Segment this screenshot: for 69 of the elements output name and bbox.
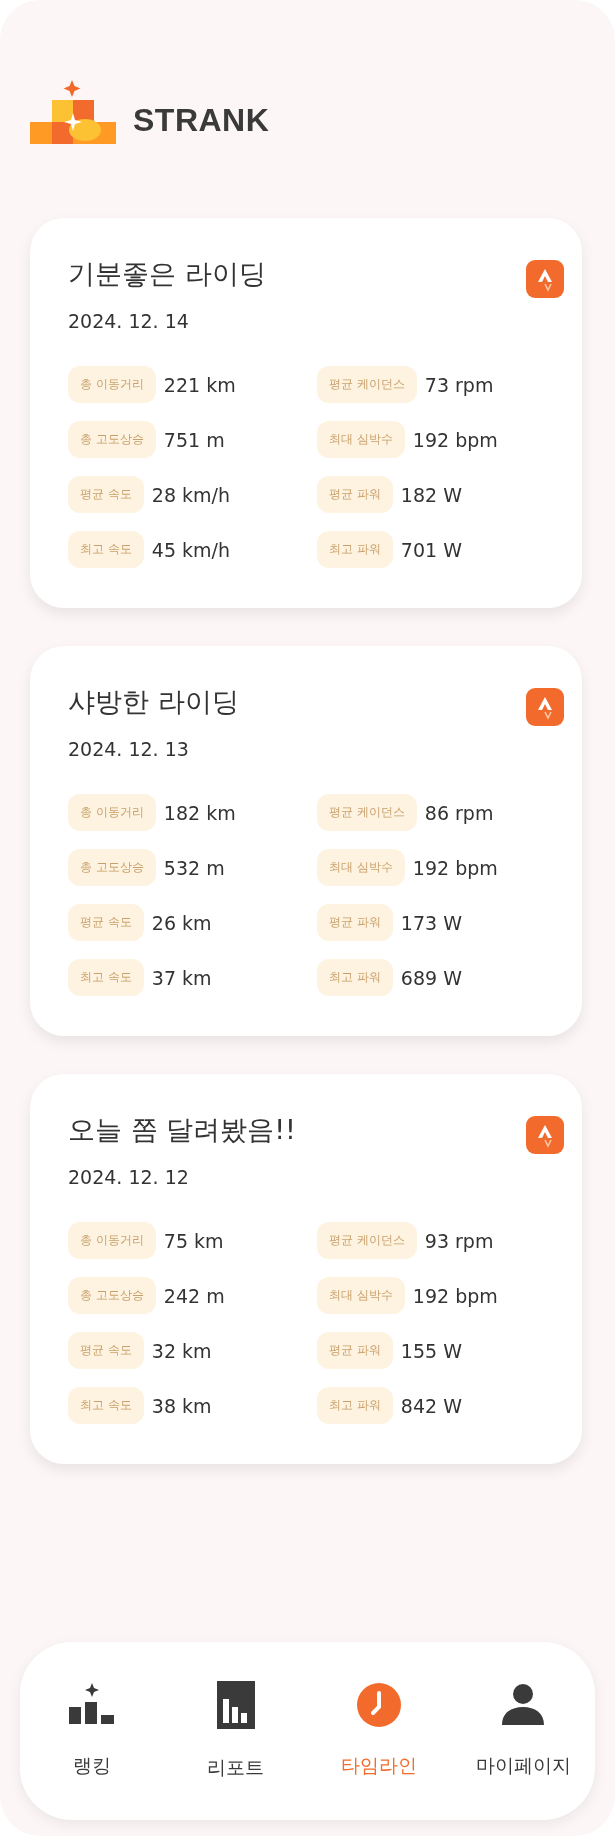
stat-label: 평균 케이던스 [317, 366, 417, 403]
stat-value: 182 W [400, 483, 462, 506]
nav-tab[interactable]: 마이페이지 [451, 1683, 595, 1779]
ride-card[interactable]: 기분좋은 라이딩 2024. 12. 14 총 이동거리 221 km 평균 케이던스 73 rpm 총 고도상승 751 m 최대 심박수 192 bpm 평균 속도 28 km/h 평균 파워 182 W 최고 속도 45 km/h 최고 파워 701 W [30, 218, 582, 608]
stat-label: 총 고도상승 [68, 421, 156, 458]
stat-value: 37 km [151, 966, 212, 989]
stat-value: 842 W [400, 1394, 462, 1417]
stat-value: 26 km [151, 911, 212, 934]
ride-title: 샤방한 라이딩 [68, 685, 239, 719]
ride-date: 2024. 12. 13 [68, 738, 190, 760]
stat-label: 평균 속도 [68, 476, 144, 513]
stat-label: 총 이동거리 [68, 794, 156, 831]
stat-label: 총 고도상승 [68, 849, 156, 886]
stat-label: 평균 파워 [317, 1332, 393, 1369]
stat-label: 최대 심박수 [317, 1277, 405, 1314]
stat-value: 38 km [151, 1394, 212, 1417]
stat-label: 총 이동거리 [68, 366, 156, 403]
stat-label: 총 고도상승 [68, 1277, 156, 1314]
stat-label: 최대 심박수 [317, 421, 405, 458]
stat-value: 28 km/h [151, 483, 230, 506]
ride-title: 오늘 쫌 달려봤음!! [68, 1113, 296, 1147]
stat-value: 75 km [163, 1229, 224, 1252]
stat-value: 751 m [163, 428, 225, 451]
stat-label: 최고 파워 [317, 1387, 393, 1424]
stat-label: 최고 파워 [317, 531, 393, 568]
ride-date: 2024. 12. 14 [68, 310, 190, 332]
stat-value: 701 W [400, 538, 462, 561]
stat-value: 192 bpm [412, 428, 498, 451]
stat-label: 평균 파워 [317, 904, 393, 941]
brand-name: STRANK [133, 101, 270, 139]
ride-card[interactable]: 오늘 쫌 달려봤음!! 2024. 12. 12 총 이동거리 75 km 평균 케이던스 93 rpm 총 고도상승 242 m 최대 심박수 192 bpm 평균 속도 32 km 평균 파워 155 W 최고 속도 38 km 최고 파워 842 W [30, 1074, 582, 1464]
stat-value: 532 m [163, 856, 225, 879]
stat-label: 평균 속도 [68, 904, 144, 941]
stat-value: 221 km [163, 373, 236, 396]
logo-icon [30, 80, 117, 146]
stat-value: 45 km/h [151, 538, 230, 561]
ride-date: 2024. 12. 12 [68, 1166, 190, 1188]
ride-card[interactable]: 샤방한 라이딩 2024. 12. 13 총 이동거리 182 km 평균 케이던스 86 rpm 총 고도상승 532 m 최대 심박수 192 bpm 평균 속도 26 km 평균 파워 173 W 최고 속도 37 km 최고 파워 689 W [30, 646, 582, 1036]
stat-value: 192 bpm [412, 1284, 498, 1307]
stat-label: 평균 파워 [317, 476, 393, 513]
stat-value: 242 m [163, 1284, 225, 1307]
clock-icon [357, 1683, 402, 1727]
stat-label: 총 이동거리 [68, 1222, 156, 1259]
nav-tab[interactable]: 랭킹 [20, 1683, 164, 1779]
strava-icon[interactable] [526, 260, 564, 298]
podium-icon [68, 1683, 115, 1727]
ride-title: 기분좋은 라이딩 [68, 257, 266, 291]
stat-label: 최고 파워 [317, 959, 393, 996]
stat-label: 최고 속도 [68, 959, 144, 996]
bar-chart-icon [216, 1681, 255, 1729]
stat-value: 73 rpm [424, 373, 494, 396]
person-icon [502, 1683, 545, 1727]
nav-tab[interactable]: 리포트 [163, 1681, 308, 1781]
stat-value: 192 bpm [412, 856, 498, 879]
stat-value: 182 km [163, 801, 236, 824]
stat-value: 689 W [400, 966, 462, 989]
stat-value: 86 rpm [424, 801, 494, 824]
stat-value: 155 W [400, 1339, 462, 1362]
stat-label: 평균 케이던스 [317, 794, 417, 831]
stat-label: 최대 심박수 [317, 849, 405, 886]
stat-label: 평균 속도 [68, 1332, 144, 1369]
stat-label: 최고 속도 [68, 1387, 144, 1424]
stat-value: 93 rpm [424, 1229, 494, 1252]
stat-value: 173 W [400, 911, 462, 934]
stat-label: 최고 속도 [68, 531, 144, 568]
stat-label: 평균 케이던스 [317, 1222, 417, 1259]
stat-value: 32 km [151, 1339, 212, 1362]
strava-icon[interactable] [526, 1116, 564, 1154]
strava-icon[interactable] [526, 688, 564, 726]
